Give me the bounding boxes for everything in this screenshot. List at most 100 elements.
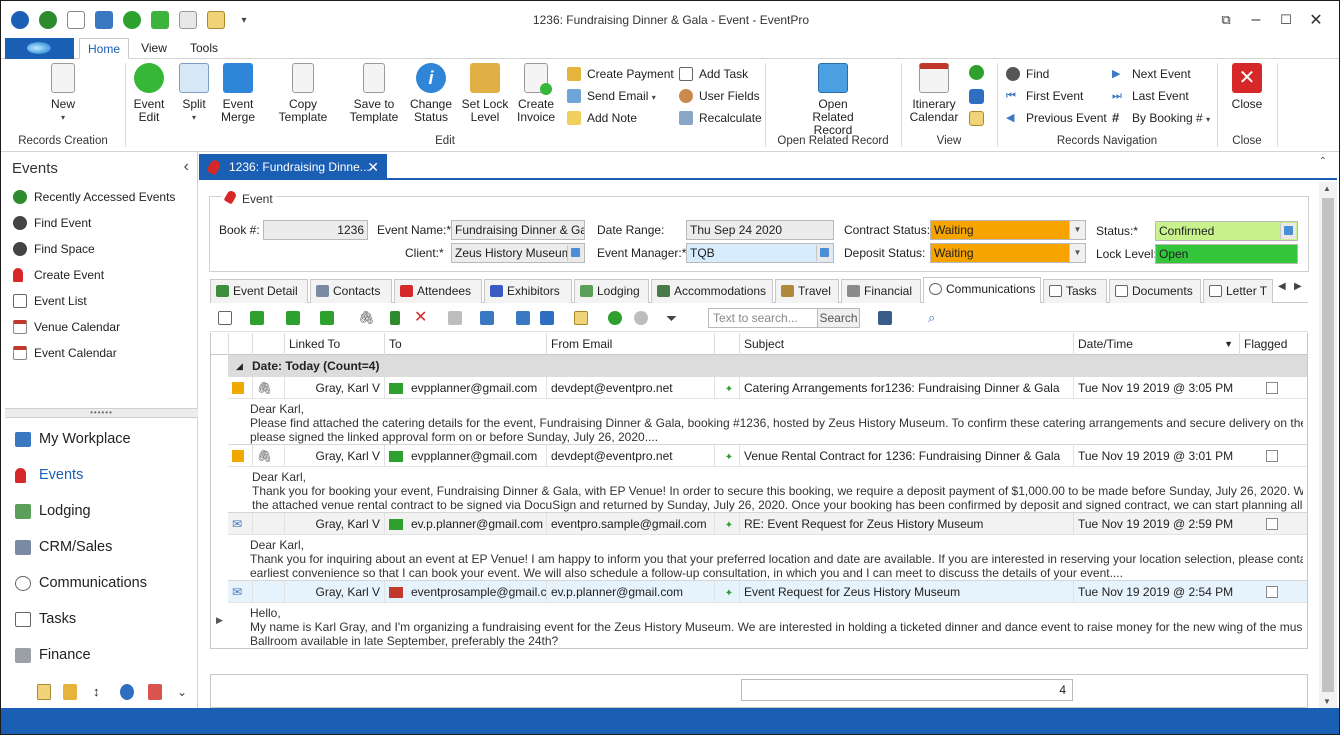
- tab-list-chevron-icon[interactable]: ⌃: [1319, 156, 1327, 167]
- next-event-button[interactable]: ▶ Next Event: [1112, 65, 1191, 83]
- filter-icon[interactable]: ⏷: [666, 311, 680, 325]
- header-to[interactable]: To: [384, 333, 546, 355]
- tab-scroll-left-icon[interactable]: ◀: [1278, 281, 1286, 292]
- event-edit-button[interactable]: Event Edit: [129, 63, 169, 124]
- scrollbar-thumb[interactable]: [1322, 198, 1334, 692]
- nav-item-event-list[interactable]: Event List: [13, 291, 87, 311]
- delete-icon[interactable]: ✕: [414, 310, 428, 326]
- flagged-checkbox[interactable]: [1266, 586, 1278, 598]
- flagged-checkbox[interactable]: [1266, 450, 1278, 462]
- reply-icon[interactable]: [250, 311, 264, 325]
- header-attachment[interactable]: [252, 333, 284, 355]
- module-crm-sales[interactable]: CRM/Sales: [15, 535, 112, 559]
- header-status[interactable]: [714, 333, 739, 355]
- client-lookup-icon[interactable]: [567, 245, 583, 261]
- minimize-button[interactable]: –: [1245, 9, 1267, 31]
- header-type[interactable]: [228, 333, 252, 355]
- tab-contacts[interactable]: Contacts: [310, 279, 392, 303]
- tab-event-detail[interactable]: Event Detail: [210, 279, 308, 303]
- event-merge-button[interactable]: Event Merge: [217, 63, 259, 124]
- search-input[interactable]: Text to search...: [708, 308, 818, 328]
- add-note-button[interactable]: Add Note: [567, 109, 637, 127]
- tab-accommodations[interactable]: Accommodations: [651, 279, 773, 303]
- group-row-today[interactable]: ◢ Date: Today (Count=4): [228, 355, 1307, 377]
- table-row[interactable]: 🖇 Gray, Karl V evpplanner@gmail.com devd…: [228, 445, 1307, 467]
- contract-status-select[interactable]: Waiting ▼: [930, 220, 1086, 240]
- tab-letter-templates[interactable]: Letter T: [1203, 279, 1273, 303]
- split-button[interactable]: Split ▾: [175, 63, 213, 124]
- create-payment-button[interactable]: Create Payment: [567, 65, 674, 83]
- globe-icon[interactable]: [120, 684, 134, 700]
- scroll-down-icon[interactable]: ▼: [1323, 697, 1331, 706]
- bar-chart-icon[interactable]: [148, 684, 162, 700]
- lodging-icon[interactable]: [63, 684, 77, 700]
- table-row[interactable]: ✉ Gray, Karl V eventprosample@gmail.com …: [228, 581, 1307, 603]
- set-lock-level-button[interactable]: Set Lock Level: [461, 63, 509, 124]
- clipboard-icon[interactable]: [574, 311, 588, 325]
- open-related-record-button[interactable]: Open Related Record: [797, 63, 869, 137]
- module-events[interactable]: Events: [15, 463, 83, 487]
- tab-scroll-right-icon[interactable]: ▶: [1294, 281, 1302, 292]
- header-from-email[interactable]: From Email: [546, 333, 714, 355]
- event-manager-field[interactable]: TQB: [686, 243, 834, 263]
- close-tab-icon[interactable]: ✕: [367, 154, 379, 180]
- nav-item-create-event[interactable]: Create Event: [13, 265, 104, 285]
- tab-lodging[interactable]: Lodging: [574, 279, 649, 303]
- tab-financial[interactable]: Financial: [841, 279, 921, 303]
- module-communications[interactable]: Communications: [15, 571, 147, 595]
- create-invoice-button[interactable]: Create Invoice: [513, 63, 559, 124]
- nav-item-recently-accessed[interactable]: Recently Accessed Events: [13, 187, 175, 207]
- status-lookup-icon[interactable]: [1280, 223, 1296, 239]
- tab-view[interactable]: View: [134, 38, 174, 59]
- tab-travel[interactable]: Travel: [775, 279, 839, 303]
- recalculate-button[interactable]: Recalculate: [679, 109, 762, 127]
- tab-tools[interactable]: Tools: [181, 38, 227, 59]
- print-icon[interactable]: [540, 311, 554, 325]
- nav-item-event-calendar[interactable]: Event Calendar: [13, 343, 117, 363]
- date-range-field[interactable]: Thu Sep 24 2020: [686, 220, 834, 240]
- copy-template-button[interactable]: Copy Template: [265, 63, 341, 124]
- clipboard-icon[interactable]: [969, 111, 984, 126]
- chevron-down-icon[interactable]: ▼: [1069, 244, 1085, 262]
- flagged-checkbox[interactable]: [1266, 382, 1278, 394]
- find-icon[interactable]: ⌕: [928, 311, 942, 325]
- tab-exhibitors[interactable]: Exhibitors: [484, 279, 572, 303]
- chevron-down-icon[interactable]: ▼: [1069, 221, 1085, 239]
- tab-documents[interactable]: Documents: [1109, 279, 1201, 303]
- module-lodging[interactable]: Lodging: [15, 499, 91, 523]
- new-record-icon[interactable]: [218, 311, 232, 325]
- restore-ribbon-icon[interactable]: ⧉: [1215, 9, 1237, 31]
- attachment-icon[interactable]: 🖇: [358, 311, 375, 325]
- scroll-up-icon[interactable]: ▲: [1323, 184, 1331, 193]
- send-email-button[interactable]: Send Email ▾: [567, 87, 656, 105]
- collapse-group-icon[interactable]: ◢: [236, 355, 243, 377]
- vertical-scrollbar[interactable]: ▲ ▼: [1319, 182, 1337, 708]
- reply-all-icon[interactable]: [286, 311, 300, 325]
- header-flagged[interactable]: Flagged: [1239, 333, 1307, 355]
- last-event-button[interactable]: ⏭ Last Event: [1112, 87, 1189, 105]
- module-my-workplace[interactable]: My Workplace: [15, 427, 131, 451]
- new-button[interactable]: New ▾: [41, 63, 85, 124]
- pane-splitter[interactable]: ••••••: [5, 408, 198, 418]
- module-finance[interactable]: Finance: [15, 643, 91, 667]
- status-field[interactable]: Confirmed: [1155, 221, 1298, 241]
- deposit-status-select[interactable]: Waiting ▼: [930, 243, 1086, 263]
- refresh-icon[interactable]: [969, 65, 984, 80]
- search-button[interactable]: Search: [818, 308, 860, 328]
- nav-item-venue-calendar[interactable]: Venue Calendar: [13, 317, 120, 337]
- header-linked-to[interactable]: Linked To: [284, 333, 384, 355]
- close-window-button[interactable]: ✕: [1305, 9, 1327, 31]
- table-row[interactable]: ✉ Gray, Karl V ev.p.planner@gmail.com ev…: [228, 513, 1307, 535]
- header-subject[interactable]: Subject: [739, 333, 1073, 355]
- application-menu-button[interactable]: [5, 38, 74, 59]
- save-to-template-button[interactable]: Save to Template: [349, 63, 399, 124]
- open-icon[interactable]: [516, 311, 530, 325]
- forward-icon[interactable]: [320, 311, 334, 325]
- nav-item-find-event[interactable]: Find Event: [13, 213, 91, 233]
- maximize-button[interactable]: ☐: [1275, 9, 1297, 31]
- clipboard-icon[interactable]: [37, 684, 51, 700]
- flagged-checkbox[interactable]: [1266, 518, 1278, 530]
- close-button[interactable]: ✕ Close: [1227, 63, 1267, 111]
- manager-lookup-icon[interactable]: [816, 245, 832, 261]
- module-tasks[interactable]: Tasks: [15, 607, 76, 631]
